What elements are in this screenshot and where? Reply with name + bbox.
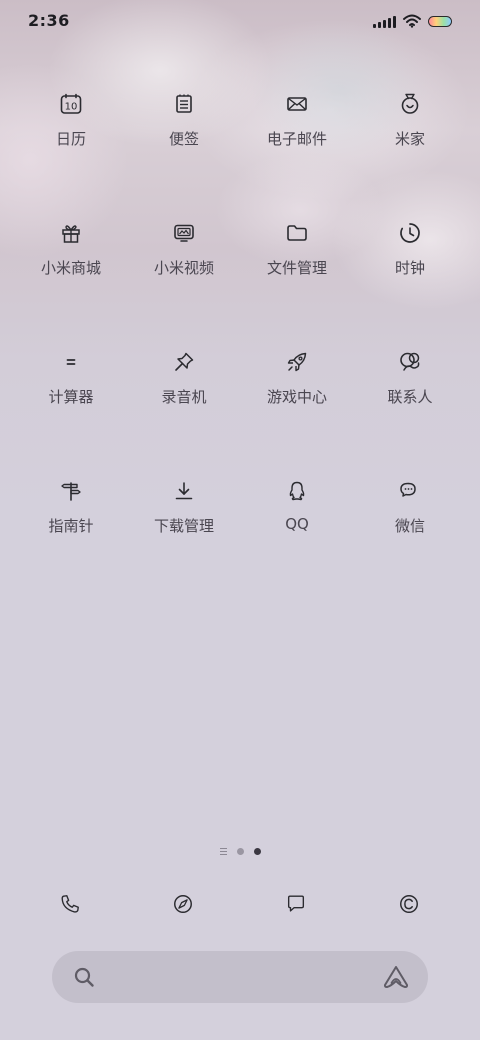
page-indicator: [0, 848, 480, 855]
copyright-icon[interactable]: [398, 893, 420, 915]
wifi-icon: [403, 14, 421, 28]
app-qq[interactable]: QQ: [241, 479, 353, 559]
app-label: 日历: [55, 130, 86, 148]
search-icon[interactable]: [72, 965, 96, 989]
status-icons: [373, 12, 452, 30]
home-menu-icon[interactable]: [219, 848, 227, 855]
folder-icon: [287, 225, 307, 241]
app-email[interactable]: 电子邮件: [241, 92, 353, 172]
gift-icon: [62, 225, 80, 243]
mijia-icon: [401, 93, 419, 114]
app-mijia[interactable]: 米家: [354, 92, 466, 172]
page-dot-1[interactable]: [236, 848, 244, 855]
app-label: 指南针: [48, 517, 94, 535]
clock-icon: [400, 223, 420, 243]
app-label: 便签: [168, 130, 199, 148]
qq-icon: [289, 481, 305, 501]
app-label: 游戏中心: [266, 388, 327, 406]
signal-icon: [373, 14, 396, 28]
svg-text:10: 10: [65, 102, 78, 113]
wechat-icon: [400, 482, 416, 497]
app-label: 计算器: [48, 388, 94, 406]
app-label: 电子邮件: [266, 130, 327, 148]
app-label: 米家: [394, 130, 425, 148]
app-label: 录音机: [161, 388, 207, 406]
app-label: 小米视频: [153, 259, 214, 277]
app-label: 联系人: [387, 388, 433, 406]
app-wechat[interactable]: 微信: [354, 479, 466, 559]
app-mi-video[interactable]: 小米视频: [128, 221, 240, 301]
app-label: 下载管理: [153, 517, 214, 535]
app-label: 文件管理: [266, 259, 327, 277]
download-icon: [175, 482, 193, 500]
assistant-icon[interactable]: [382, 964, 410, 990]
app-downloads[interactable]: 下载管理: [128, 479, 240, 559]
app-label: 时钟: [394, 259, 425, 277]
search-bar[interactable]: [52, 951, 428, 1003]
app-calculator[interactable]: 计算器: [15, 350, 127, 430]
messages-icon[interactable]: [285, 893, 307, 915]
app-game-center[interactable]: 游戏中心: [241, 350, 353, 430]
app-notes[interactable]: 便签: [128, 92, 240, 172]
notes-icon: [176, 94, 192, 113]
email-icon: [287, 97, 307, 111]
signpost-icon: [61, 482, 81, 501]
app-label: 小米商城: [40, 259, 101, 277]
app-label: QQ: [285, 515, 309, 533]
app-calendar[interactable]: 10 日历: [15, 92, 127, 172]
app-file-manager[interactable]: 文件管理: [241, 221, 353, 301]
calculator-icon: [66, 359, 76, 365]
browser-icon[interactable]: [172, 893, 194, 915]
phone-icon[interactable]: [59, 893, 81, 915]
app-mi-store[interactable]: 小米商城: [15, 221, 127, 301]
battery-icon: [428, 15, 452, 27]
app-compass[interactable]: 指南针: [15, 479, 127, 559]
app-recorder[interactable]: 录音机: [128, 350, 240, 430]
page-dot-2[interactable]: [253, 848, 261, 855]
rocket-icon: [287, 352, 307, 372]
calendar-icon: 10: [60, 93, 82, 114]
video-icon: [174, 224, 194, 242]
app-label: 微信: [394, 517, 425, 535]
app-clock[interactable]: 时钟: [354, 221, 466, 301]
contacts-icon: [400, 352, 420, 371]
app-contacts[interactable]: 联系人: [354, 350, 466, 430]
status-bar: 2:36: [0, 0, 480, 44]
pin-icon: [175, 352, 194, 371]
status-time: 2:36: [28, 11, 70, 30]
